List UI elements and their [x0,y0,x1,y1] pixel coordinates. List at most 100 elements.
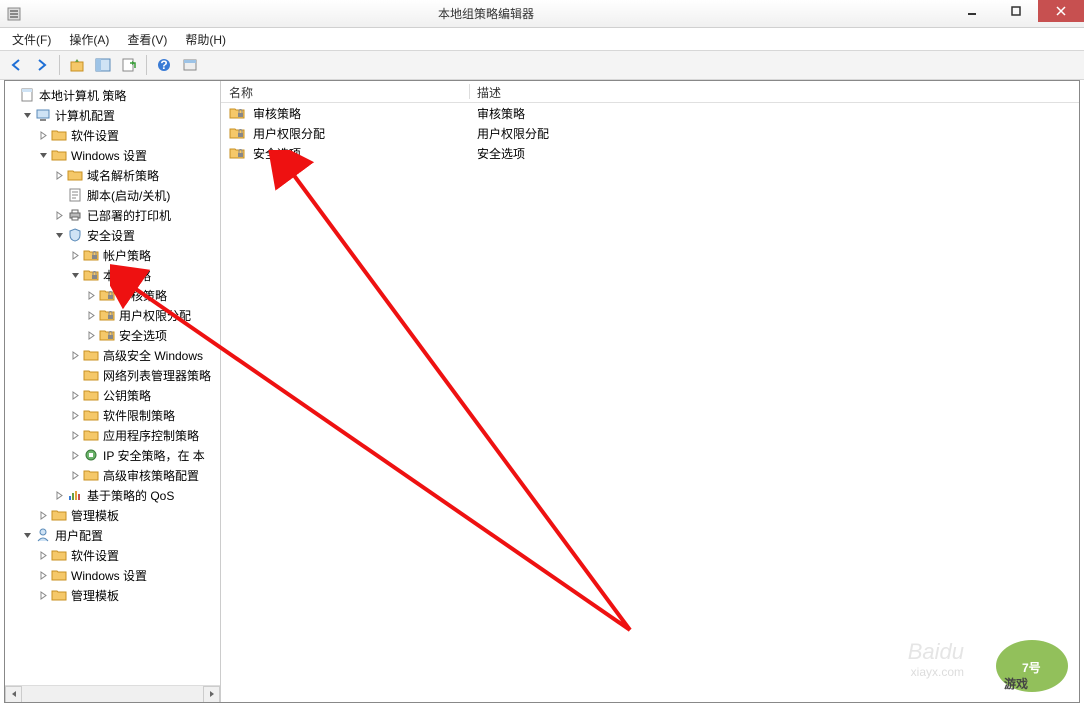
list-row[interactable]: 安全选项安全选项 [221,143,1079,163]
minimize-button[interactable] [950,0,994,22]
scroll-right-button[interactable] [203,686,220,703]
tree-item-app_ctrl[interactable]: 应用程序控制策略 [69,425,220,445]
collapse-icon[interactable] [21,529,33,541]
tree-item-label: Windows 设置 [71,567,147,584]
tree-item-sec_settings[interactable]: 安全设置 [53,225,220,245]
expand-icon[interactable] [37,129,49,141]
show-hide-tree-button[interactable] [91,53,115,77]
back-button[interactable] [4,53,28,77]
help-button[interactable]: ? [152,53,176,77]
collapse-icon[interactable] [69,269,81,281]
expand-icon[interactable] [37,509,49,521]
expand-icon[interactable] [69,449,81,461]
list-item-name: 用户权限分配 [253,125,325,142]
menu-view[interactable]: 查看(V) [119,29,175,50]
expand-icon[interactable] [53,209,65,221]
tree-item-admin_tpl2[interactable]: 管理模板 [37,585,220,605]
tree-item-win_settings2[interactable]: Windows 设置 [37,565,220,585]
tree-item-label: 帐户策略 [103,247,151,264]
tree-item-computer_cfg[interactable]: 计算机配置 [21,105,220,125]
tree-item-label: 安全选项 [119,327,167,344]
expand-icon[interactable] [85,309,97,321]
tree-item-label: 软件限制策略 [103,407,175,424]
expand-icon[interactable] [53,169,65,181]
tree-item-audit_pol[interactable]: 审核策略 [85,285,220,305]
forward-button[interactable] [30,53,54,77]
tree-item-ipsec_pol[interactable]: IP 安全策略，在 本 [69,445,220,465]
tree-item-adv_win_fw[interactable]: 高级安全 Windows [69,345,220,365]
tree-item-dns_policy[interactable]: 域名解析策略 [53,165,220,185]
expand-icon[interactable] [37,589,49,601]
folder-lock-icon [99,307,115,323]
folder-icon [83,467,99,483]
tree-item-label: 域名解析策略 [87,167,159,184]
expand-icon[interactable] [37,549,49,561]
tree-item-sw_settings2[interactable]: 软件设置 [37,545,220,565]
menu-file[interactable]: 文件(F) [4,29,59,50]
list-row[interactable]: 用户权限分配用户权限分配 [221,123,1079,143]
expand-icon[interactable] [69,409,81,421]
collapse-icon[interactable] [53,229,65,241]
close-button[interactable] [1038,0,1084,22]
tree-item-win_settings1[interactable]: Windows 设置 [37,145,220,165]
folder-icon [51,547,67,563]
svg-text:?: ? [160,58,167,72]
expand-icon[interactable] [69,389,81,401]
tree-item-label: Windows 设置 [71,147,147,164]
scroll-left-button[interactable] [5,686,22,703]
tree-item-scripts[interactable]: 脚本(启动/关机) [53,185,220,205]
expand-icon[interactable] [85,289,97,301]
folder-icon [83,367,99,383]
tree-item-netlist_mgr[interactable]: 网络列表管理器策略 [69,365,220,385]
menubar: 文件(F) 操作(A) 查看(V) 帮助(H) [0,28,1084,50]
collapse-icon[interactable] [37,149,49,161]
tree-item-label: 用户权限分配 [119,307,191,324]
column-header-description[interactable]: 描述 [469,81,509,102]
folder-icon [83,387,99,403]
tree-item-label: 网络列表管理器策略 [103,367,211,384]
tree-item-sw_restrict[interactable]: 软件限制策略 [69,405,220,425]
tree-item-admin_tpl1[interactable]: 管理模板 [37,505,220,525]
tree-item-label: 软件设置 [71,547,119,564]
folder-lock-icon [83,267,99,283]
list-row[interactable]: 审核策略审核策略 [221,103,1079,123]
expand-icon[interactable] [69,249,81,261]
folder-icon [51,507,67,523]
scroll-track[interactable] [22,686,203,703]
tree-item-user_rights[interactable]: 用户权限分配 [85,305,220,325]
maximize-button[interactable] [994,0,1038,22]
menu-help[interactable]: 帮助(H) [177,29,234,50]
expand-icon[interactable] [53,489,65,501]
tree-item-pubkey_pol[interactable]: 公钥策略 [69,385,220,405]
tree-item-label: 软件设置 [71,127,119,144]
menu-action[interactable]: 操作(A) [61,29,117,50]
tree-item-adv_audit[interactable]: 高级审核策略配置 [69,465,220,485]
expand-icon[interactable] [69,349,81,361]
tree-item-root[interactable]: 本地计算机 策略 [5,85,220,105]
tree-item-local_pol[interactable]: 本地策略 [69,265,220,285]
tree-item-qos_policy[interactable]: 基于策略的 QoS [53,485,220,505]
list-item-name: 审核策略 [253,105,301,122]
expand-icon[interactable] [69,429,81,441]
tree-item-account_pol[interactable]: 帐户策略 [69,245,220,265]
tree-item-user_cfg[interactable]: 用户配置 [21,525,220,545]
tree-item-sec_options[interactable]: 安全选项 [85,325,220,345]
up-button[interactable] [65,53,89,77]
expand-icon[interactable] [85,329,97,341]
tree-item-printers[interactable]: 已部署的打印机 [53,205,220,225]
tree-horizontal-scrollbar[interactable] [5,685,220,702]
collapse-icon[interactable] [21,109,33,121]
titlebar: 本地组策略编辑器 [0,0,1084,28]
properties-button[interactable] [178,53,202,77]
user-icon [35,527,51,543]
export-button[interactable] [117,53,141,77]
column-header-name[interactable]: 名称 [221,81,469,102]
folder-lock-icon [229,145,245,161]
window-title: 本地组策略编辑器 [22,5,950,22]
tree-item-label: 已部署的打印机 [87,207,171,224]
expand-icon[interactable] [37,569,49,581]
tree-pane[interactable]: 本地计算机 策略计算机配置软件设置Windows 设置域名解析策略脚本(启动/关… [5,81,221,702]
tree-item-label: 管理模板 [71,507,119,524]
expand-icon[interactable] [69,469,81,481]
tree-item-sw_settings1[interactable]: 软件设置 [37,125,220,145]
